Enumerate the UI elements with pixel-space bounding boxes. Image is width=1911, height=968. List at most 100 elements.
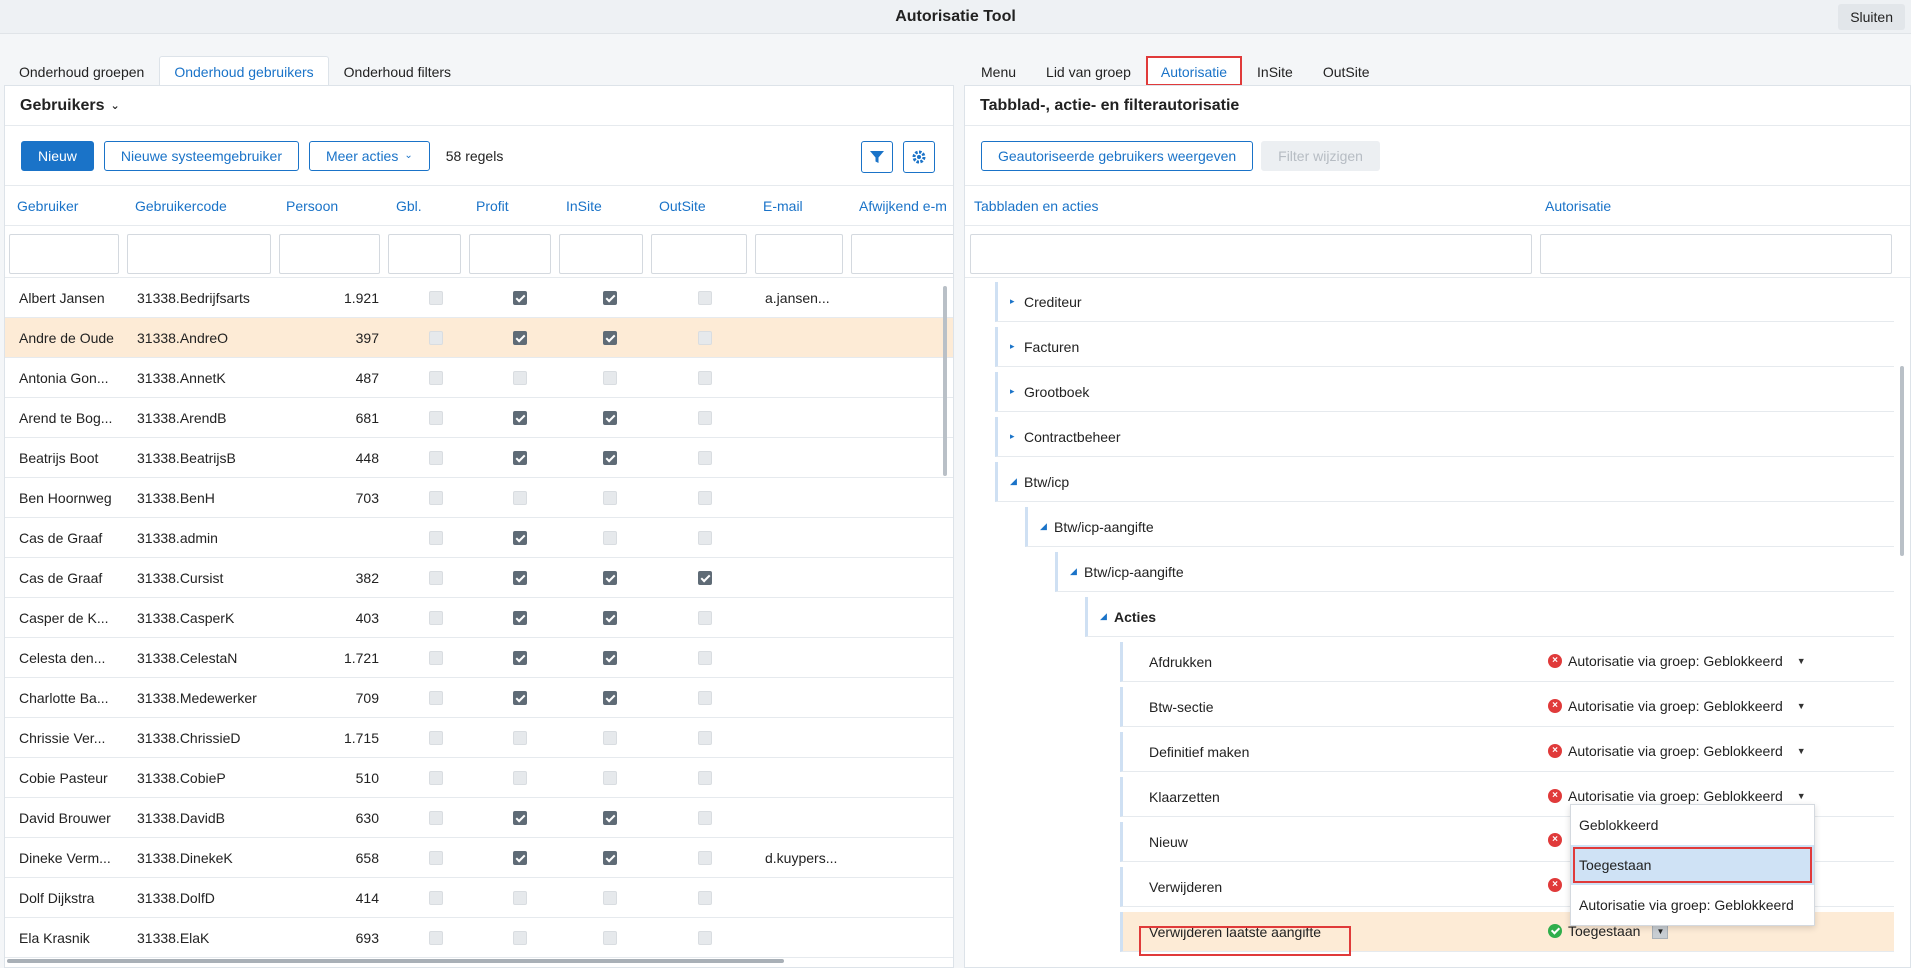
checkbox-gbl[interactable] (429, 571, 443, 585)
tab-onderhoud-filters[interactable]: Onderhoud filters (329, 56, 466, 86)
action-row[interactable]: Afdrukken × Autorisatie via groep: Geblokk… (1120, 642, 1894, 682)
checkbox-outsite[interactable] (698, 371, 712, 385)
checkbox-gbl[interactable] (429, 851, 443, 865)
table-row[interactable]: Dineke Verm... 31338.DinekeK 658 d.kuypers.… (5, 838, 953, 878)
filter-autorisatie-input[interactable] (1540, 234, 1892, 274)
table-row[interactable]: Cas de Graaf 31338.Cursist 382 (5, 558, 953, 598)
tab-onderhoud-groepen[interactable]: Onderhoud groepen (4, 56, 159, 86)
expand-arrow-icon[interactable]: ▸ (1010, 431, 1024, 442)
checkbox-gbl[interactable] (429, 491, 443, 505)
checkbox-profit[interactable] (513, 451, 527, 465)
table-row[interactable]: Albert Jansen 31338.Bedrijfsarts 1.921 a.ja… (5, 278, 953, 318)
checkbox-outsite[interactable] (698, 411, 712, 425)
filter-outsite-input[interactable] (651, 234, 747, 274)
checkbox-outsite[interactable] (698, 611, 712, 625)
option-geblokkeerd[interactable]: Geblokkeerd (1571, 805, 1814, 845)
col-email[interactable]: E-mail (763, 198, 803, 214)
collapse-arrow-icon[interactable]: ◢ (1040, 521, 1054, 532)
checkbox-insite[interactable] (603, 331, 617, 345)
filter-gbl-input[interactable] (388, 234, 461, 274)
table-row[interactable]: Andre de Oude 31338.AndreO 397 (5, 318, 953, 358)
checkbox-insite[interactable] (603, 491, 617, 505)
checkbox-insite[interactable] (603, 771, 617, 785)
new-system-user-button[interactable]: Nieuwe systeemgebruiker (103, 140, 299, 171)
tab-outsite[interactable]: OutSite (1308, 56, 1385, 86)
col-tabbladen-acties[interactable]: Tabbladen en acties (974, 198, 1099, 214)
checkbox-profit[interactable] (513, 371, 527, 385)
tree-node[interactable]: ◢ Btw/icp (995, 462, 1894, 502)
dropdown-caret-icon[interactable]: ▼ (1797, 791, 1806, 801)
show-authorized-users-button[interactable]: Geautoriseerde gebruikers weergeven (981, 140, 1254, 171)
checkbox-outsite[interactable] (698, 691, 712, 705)
tab-autorisatie[interactable]: Autorisatie (1145, 56, 1243, 86)
filter-email-input[interactable] (755, 234, 843, 274)
filter-insite-input[interactable] (559, 234, 643, 274)
table-row[interactable]: Ela Krasnik 31338.ElaK 693 (5, 918, 953, 958)
checkbox-insite[interactable] (603, 651, 617, 665)
collapse-arrow-icon[interactable]: ◢ (1070, 566, 1084, 577)
checkbox-profit[interactable] (513, 491, 527, 505)
tree-node[interactable]: ▸ Grootboek (995, 372, 1894, 412)
vertical-scrollbar[interactable] (943, 286, 947, 476)
checkbox-profit[interactable] (513, 931, 527, 945)
checkbox-gbl[interactable] (429, 371, 443, 385)
checkbox-insite[interactable] (603, 611, 617, 625)
filter-afwijkend-input[interactable] (851, 234, 953, 274)
checkbox-outsite[interactable] (698, 451, 712, 465)
checkbox-insite[interactable] (603, 531, 617, 545)
checkbox-insite[interactable] (603, 811, 617, 825)
change-filter-button[interactable]: Filter wijzigen (1261, 140, 1380, 171)
checkbox-profit[interactable] (513, 571, 527, 585)
tree-node[interactable]: ◢ Acties (1085, 597, 1894, 637)
checkbox-outsite[interactable] (698, 331, 712, 345)
expand-arrow-icon[interactable]: ▸ (1010, 341, 1024, 352)
tab-menu[interactable]: Menu (966, 56, 1031, 86)
filter-gebruiker-input[interactable] (9, 234, 119, 274)
dropdown-caret-icon[interactable]: ▼ (1797, 656, 1806, 666)
checkbox-outsite[interactable] (698, 291, 712, 305)
collapse-arrow-icon[interactable]: ◢ (1100, 611, 1114, 622)
action-row[interactable]: Definitief maken × Autorisatie via groep: … (1120, 732, 1894, 772)
filter-profit-input[interactable] (469, 234, 551, 274)
tab-lid-van-groep[interactable]: Lid van groep (1031, 56, 1146, 86)
table-row[interactable]: Cas de Graaf 31338.admin (5, 518, 953, 558)
authorization-cell[interactable]: × (1548, 833, 1562, 847)
checkbox-outsite[interactable] (698, 771, 712, 785)
checkbox-outsite[interactable] (698, 571, 712, 585)
checkbox-profit[interactable] (513, 331, 527, 345)
checkbox-gbl[interactable] (429, 771, 443, 785)
checkbox-insite[interactable] (603, 851, 617, 865)
checkbox-gbl[interactable] (429, 531, 443, 545)
checkbox-insite[interactable] (603, 931, 617, 945)
col-persoon[interactable]: Persoon (286, 198, 338, 214)
filter-button[interactable] (861, 141, 893, 173)
checkbox-insite[interactable] (603, 731, 617, 745)
tab-insite[interactable]: InSite (1242, 56, 1308, 86)
checkbox-gbl[interactable] (429, 731, 443, 745)
authorization-cell[interactable]: × Autorisatie via groep: Geblokkeerd ▼ (1548, 788, 1806, 804)
checkbox-outsite[interactable] (698, 811, 712, 825)
checkbox-profit[interactable] (513, 811, 527, 825)
col-gebruiker[interactable]: Gebruiker (17, 198, 78, 214)
checkbox-insite[interactable] (603, 451, 617, 465)
authorization-cell[interactable]: × Autorisatie via groep: Geblokkeerd ▼ (1548, 653, 1806, 669)
checkbox-outsite[interactable] (698, 531, 712, 545)
col-profit[interactable]: Profit (476, 198, 509, 214)
checkbox-profit[interactable] (513, 531, 527, 545)
checkbox-gbl[interactable] (429, 451, 443, 465)
table-row[interactable]: Casper de K... 31338.CasperK 403 (5, 598, 953, 638)
checkbox-profit[interactable] (513, 611, 527, 625)
checkbox-gbl[interactable] (429, 291, 443, 305)
tree-node[interactable]: ◢ Btw/icp-aangifte (1025, 507, 1894, 547)
table-row[interactable]: Celesta den... 31338.CelestaN 1.721 (5, 638, 953, 678)
checkbox-gbl[interactable] (429, 411, 443, 425)
col-autorisatie[interactable]: Autorisatie (1545, 198, 1611, 214)
vertical-scrollbar[interactable] (1900, 366, 1904, 556)
checkbox-outsite[interactable] (698, 731, 712, 745)
checkbox-outsite[interactable] (698, 491, 712, 505)
checkbox-outsite[interactable] (698, 651, 712, 665)
option-toegestaan[interactable]: Toegestaan (1571, 845, 1814, 885)
close-button[interactable]: Sluiten (1838, 4, 1905, 30)
checkbox-gbl[interactable] (429, 691, 443, 705)
checkbox-gbl[interactable] (429, 811, 443, 825)
